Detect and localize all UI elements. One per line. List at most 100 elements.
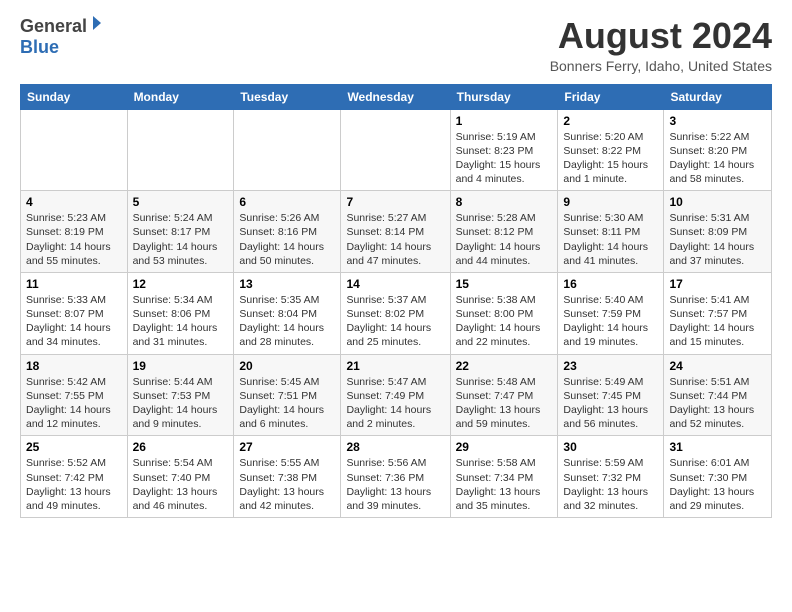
day-info: Sunrise: 5:24 AM Sunset: 8:17 PM Dayligh… <box>133 211 229 268</box>
calendar-cell: 16Sunrise: 5:40 AM Sunset: 7:59 PM Dayli… <box>558 272 664 354</box>
day-number: 11 <box>26 277 122 291</box>
calendar-cell <box>21 109 128 191</box>
calendar-week-row: 18 Sunrise: 5:42 AM Sunset: 7:55 PM Dayli… <box>21 354 772 436</box>
day-number: 16 <box>563 277 658 291</box>
day-info: Sunrise: 5:20 AM Sunset: 8:22 PM Dayligh… <box>563 130 658 187</box>
day-info: Sunrise: 5:51 AM Sunset: 7:44 PM Dayligh… <box>669 375 766 432</box>
day-number: 31 <box>669 440 766 454</box>
day-number: 29 <box>456 440 553 454</box>
day-number: 10 <box>669 195 766 209</box>
day-number: 5 <box>133 195 229 209</box>
logo-blue-text: Blue <box>20 37 59 57</box>
day-number: 25 <box>26 440 122 454</box>
calendar-cell: 21 Sunrise: 5:47 AM Sunset: 7:49 PM Dayli… <box>341 354 450 436</box>
calendar-week-row: 11 Sunrise: 5:33 AM Sunset: 8:07 PM Dayli… <box>21 272 772 354</box>
day-info: Sunrise: 5:42 AM Sunset: 7:55 PM Dayligh… <box>26 375 122 432</box>
day-info: Sunrise: 5:28 AM Sunset: 8:12 PM Dayligh… <box>456 211 553 268</box>
day-number: 9 <box>563 195 658 209</box>
calendar-header-row: SundayMondayTuesdayWednesdayThursdayFrid… <box>21 84 772 109</box>
day-number: 26 <box>133 440 229 454</box>
day-info: Sunrise: 5:34 AM Sunset: 8:06 PM Dayligh… <box>133 293 229 350</box>
calendar-cell: 22 Sunrise: 5:48 AM Sunset: 7:47 PM Dayli… <box>450 354 558 436</box>
header: General Blue August 2024 Bonners Ferry, … <box>20 16 772 74</box>
month-title: August 2024 <box>550 16 772 56</box>
day-info: Sunrise: 5:41 AM Sunset: 7:57 PM Dayligh… <box>669 293 766 350</box>
day-number: 22 <box>456 359 553 373</box>
calendar-cell: 14 Sunrise: 5:37 AM Sunset: 8:02 PM Dayli… <box>341 272 450 354</box>
day-number: 6 <box>239 195 335 209</box>
calendar-cell: 28Sunrise: 5:56 AM Sunset: 7:36 PM Dayli… <box>341 436 450 518</box>
day-info: Sunrise: 5:44 AM Sunset: 7:53 PM Dayligh… <box>133 375 229 432</box>
calendar-week-row: 25 Sunrise: 5:52 AM Sunset: 7:42 PM Dayli… <box>21 436 772 518</box>
day-number: 18 <box>26 359 122 373</box>
day-number: 19 <box>133 359 229 373</box>
header-day-monday: Monday <box>127 84 234 109</box>
day-info: Sunrise: 5:48 AM Sunset: 7:47 PM Dayligh… <box>456 375 553 432</box>
calendar-cell <box>234 109 341 191</box>
calendar-cell: 6 Sunrise: 5:26 AM Sunset: 8:16 PM Daylig… <box>234 191 341 273</box>
day-number: 24 <box>669 359 766 373</box>
calendar-cell: 13Sunrise: 5:35 AM Sunset: 8:04 PM Dayli… <box>234 272 341 354</box>
day-info: Sunrise: 5:27 AM Sunset: 8:14 PM Dayligh… <box>346 211 444 268</box>
day-info: Sunrise: 5:52 AM Sunset: 7:42 PM Dayligh… <box>26 456 122 513</box>
header-day-tuesday: Tuesday <box>234 84 341 109</box>
calendar-cell: 4Sunrise: 5:23 AM Sunset: 8:19 PM Daylig… <box>21 191 128 273</box>
day-number: 21 <box>346 359 444 373</box>
calendar-week-row: 4Sunrise: 5:23 AM Sunset: 8:19 PM Daylig… <box>21 191 772 273</box>
header-day-saturday: Saturday <box>664 84 772 109</box>
calendar-cell: 18 Sunrise: 5:42 AM Sunset: 7:55 PM Dayli… <box>21 354 128 436</box>
calendar-cell: 24 Sunrise: 5:51 AM Sunset: 7:44 PM Dayli… <box>664 354 772 436</box>
day-info: Sunrise: 5:47 AM Sunset: 7:49 PM Dayligh… <box>346 375 444 432</box>
calendar-cell: 27Sunrise: 5:55 AM Sunset: 7:38 PM Dayli… <box>234 436 341 518</box>
day-number: 7 <box>346 195 444 209</box>
day-number: 1 <box>456 114 553 128</box>
day-info: Sunrise: 5:59 AM Sunset: 7:32 PM Dayligh… <box>563 456 658 513</box>
day-number: 13 <box>239 277 335 291</box>
logo-arrow-icon <box>89 16 105 37</box>
day-info: Sunrise: 5:33 AM Sunset: 8:07 PM Dayligh… <box>26 293 122 350</box>
day-number: 28 <box>346 440 444 454</box>
day-info: Sunrise: 5:49 AM Sunset: 7:45 PM Dayligh… <box>563 375 658 432</box>
calendar-cell <box>341 109 450 191</box>
calendar-cell: 17 Sunrise: 5:41 AM Sunset: 7:57 PM Dayli… <box>664 272 772 354</box>
calendar-cell: 20Sunrise: 5:45 AM Sunset: 7:51 PM Dayli… <box>234 354 341 436</box>
day-info: Sunrise: 5:30 AM Sunset: 8:11 PM Dayligh… <box>563 211 658 268</box>
calendar-cell: 10 Sunrise: 5:31 AM Sunset: 8:09 PM Dayli… <box>664 191 772 273</box>
day-number: 8 <box>456 195 553 209</box>
calendar-cell: 23Sunrise: 5:49 AM Sunset: 7:45 PM Dayli… <box>558 354 664 436</box>
header-day-thursday: Thursday <box>450 84 558 109</box>
calendar-cell: 7 Sunrise: 5:27 AM Sunset: 8:14 PM Daylig… <box>341 191 450 273</box>
calendar-cell: 30 Sunrise: 5:59 AM Sunset: 7:32 PM Dayli… <box>558 436 664 518</box>
header-day-sunday: Sunday <box>21 84 128 109</box>
location-title: Bonners Ferry, Idaho, United States <box>550 58 772 74</box>
day-info: Sunrise: 5:26 AM Sunset: 8:16 PM Dayligh… <box>239 211 335 268</box>
calendar-cell <box>127 109 234 191</box>
day-number: 15 <box>456 277 553 291</box>
day-info: Sunrise: 5:23 AM Sunset: 8:19 PM Dayligh… <box>26 211 122 268</box>
title-section: August 2024 Bonners Ferry, Idaho, United… <box>550 16 772 74</box>
calendar-cell: 15 Sunrise: 5:38 AM Sunset: 8:00 PM Dayli… <box>450 272 558 354</box>
logo-general-text: General <box>20 16 87 37</box>
day-info: Sunrise: 5:54 AM Sunset: 7:40 PM Dayligh… <box>133 456 229 513</box>
calendar-cell: 2Sunrise: 5:20 AM Sunset: 8:22 PM Daylig… <box>558 109 664 191</box>
day-info: Sunrise: 5:38 AM Sunset: 8:00 PM Dayligh… <box>456 293 553 350</box>
calendar-table: SundayMondayTuesdayWednesdayThursdayFrid… <box>20 84 772 518</box>
calendar-week-row: 1Sunrise: 5:19 AM Sunset: 8:23 PM Daylig… <box>21 109 772 191</box>
day-number: 3 <box>669 114 766 128</box>
calendar-cell: 19 Sunrise: 5:44 AM Sunset: 7:53 PM Dayli… <box>127 354 234 436</box>
calendar-cell: 31 Sunrise: 6:01 AM Sunset: 7:30 PM Dayli… <box>664 436 772 518</box>
calendar-cell: 26 Sunrise: 5:54 AM Sunset: 7:40 PM Dayli… <box>127 436 234 518</box>
day-info: Sunrise: 5:58 AM Sunset: 7:34 PM Dayligh… <box>456 456 553 513</box>
day-info: Sunrise: 6:01 AM Sunset: 7:30 PM Dayligh… <box>669 456 766 513</box>
day-number: 20 <box>239 359 335 373</box>
day-number: 30 <box>563 440 658 454</box>
day-number: 17 <box>669 277 766 291</box>
day-number: 27 <box>239 440 335 454</box>
logo: General Blue <box>20 16 105 58</box>
calendar-cell: 3Sunrise: 5:22 AM Sunset: 8:20 PM Daylig… <box>664 109 772 191</box>
day-info: Sunrise: 5:37 AM Sunset: 8:02 PM Dayligh… <box>346 293 444 350</box>
calendar-cell: 25 Sunrise: 5:52 AM Sunset: 7:42 PM Dayli… <box>21 436 128 518</box>
day-info: Sunrise: 5:31 AM Sunset: 8:09 PM Dayligh… <box>669 211 766 268</box>
day-number: 14 <box>346 277 444 291</box>
header-day-friday: Friday <box>558 84 664 109</box>
